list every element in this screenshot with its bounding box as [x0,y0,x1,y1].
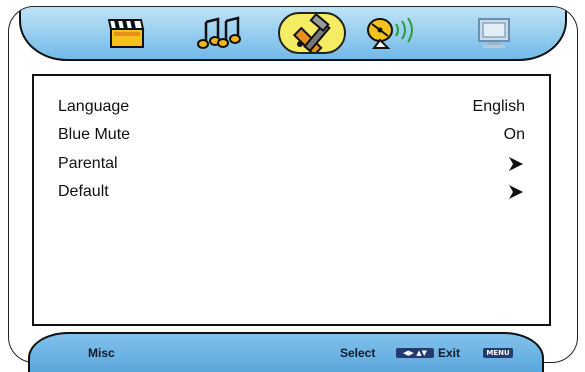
settings-panel: Language English Blue Mute On Parental D… [32,74,551,326]
setting-label: Blue Mute [58,126,131,143]
menu-key-icon: MENU [483,348,513,358]
select-hint-label: Select [340,346,376,360]
setting-label: Language [58,98,130,115]
submenu-arrow-icon [507,184,525,200]
setting-label: Default [58,183,109,200]
setting-row-parental[interactable]: Parental [58,152,525,176]
tools-icon [292,14,331,52]
tab-audio[interactable] [191,12,247,54]
clapperboard-icon [108,19,145,48]
osd-frame: Language English Blue Mute On Parental D… [8,6,578,363]
exit-hint-label: Exit [438,346,461,360]
page-title: Misc [88,346,115,360]
satellite-dish-icon [367,17,413,49]
tab-picture[interactable] [99,12,155,54]
setting-value: English [472,98,525,115]
setting-row-blue-mute[interactable]: Blue Mute On [58,123,525,147]
setting-value: On [503,126,525,143]
monitor-icon [478,18,510,48]
footer-bar: Misc Select ◀▶ ▲▼ Exit MENU [28,332,544,372]
setting-row-language[interactable]: Language English [58,95,525,119]
submenu-arrow-icon [507,156,525,172]
setting-row-default[interactable]: Default [58,180,525,204]
tab-pc[interactable] [466,12,522,54]
tab-misc[interactable] [278,12,346,54]
tab-channel[interactable] [364,12,420,54]
music-notes-icon [197,16,241,49]
arrow-keys-icon: ◀▶ ▲▼ [396,348,434,358]
menu-tab-bar [19,7,567,61]
setting-label: Parental [58,155,118,172]
